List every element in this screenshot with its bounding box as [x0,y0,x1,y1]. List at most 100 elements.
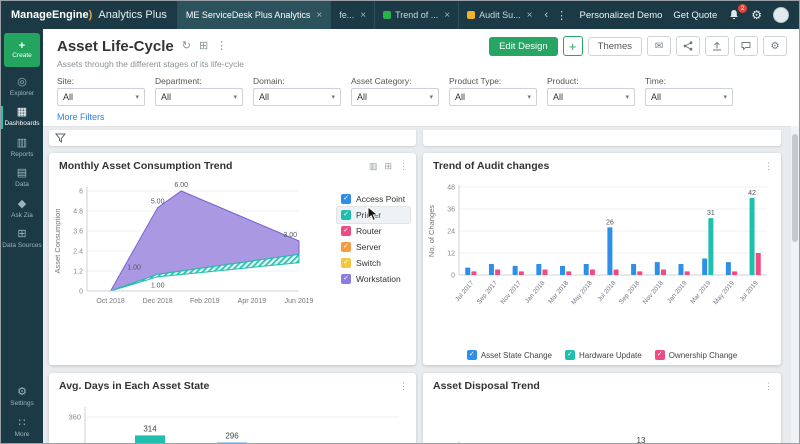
svg-text:6: 6 [79,189,83,196]
tab-close-icon[interactable]: × [316,10,322,21]
themes-button[interactable]: Themes [588,37,642,56]
filter-label: Asset Category: [351,76,439,86]
comments-button[interactable] [734,36,758,56]
sidebar-item-ask-zia[interactable]: ◆Ask Zia [1,194,43,224]
reports-icon: ▥ [17,138,27,149]
sidebar-item-label: Dashboards [4,120,39,127]
get-quote-link[interactable]: Get Quote [673,10,717,21]
svg-text:5.00: 5.00 [151,199,165,206]
legend-checkbox-icon[interactable]: ✓ [341,274,351,284]
legend-checkbox-icon[interactable]: ✓ [565,350,575,360]
legend-item-hardware-update[interactable]: ✓Hardware Update [565,350,642,360]
add-widget-button[interactable]: + [563,36,583,56]
legend-item-ownership-change[interactable]: ✓Ownership Change [655,350,737,360]
refresh-icon[interactable]: ↻ [182,41,191,52]
sidebar-item-reports[interactable]: ▥Reports [1,133,43,163]
sidebar-item-more[interactable]: ∷More [1,413,43,443]
sidebar-item-data-sources[interactable]: ⊞Data Sources [1,224,43,254]
kebab-menu-icon[interactable]: ⋮ [764,161,773,172]
sidebar-item-dashboards[interactable]: ▦Dashboards [1,102,43,132]
gear-icon[interactable]: ⚙ [751,8,762,22]
tab-trend-of-[interactable]: Trend of ... × [374,1,458,29]
legend-checkbox-icon[interactable]: ✓ [341,210,351,220]
kebab-menu-icon[interactable]: ⋮ [764,381,773,392]
svg-text:314: 314 [143,424,157,433]
svg-text:Dec 2018: Dec 2018 [143,298,173,305]
dashboard-canvas: Monthly Asset Consumption Trend ▥ ⊞ ⋮ 01… [43,126,791,443]
email-button[interactable]: ✉ [647,36,671,56]
legend-item-workstation[interactable]: ✓Workstation [337,271,410,287]
legend-item-server[interactable]: ✓Server [337,239,410,255]
svg-text:1.00: 1.00 [151,283,165,290]
filter-dropdown[interactable]: All▾ [351,88,439,106]
tab-overflow-menu-icon[interactable]: ⋮ [552,9,571,22]
create-button[interactable]: + Create [4,33,40,67]
filter-dropdown[interactable]: All▾ [547,88,635,106]
legend-label: Access Point [356,194,405,204]
legend-checkbox-icon[interactable]: ✓ [467,350,477,360]
bar-chart[interactable]: 360314296 [51,401,406,443]
bar-chart[interactable]: 012243648Jul 2017Sep 2017Nov 2017Jan 201… [425,177,775,337]
tab-fe-[interactable]: fe...× [330,1,374,29]
funnel-filter-icon[interactable] [55,133,66,144]
legend-checkbox-icon[interactable]: ✓ [341,194,351,204]
settings-button[interactable]: ⚙ [763,36,787,56]
svg-text:1.00: 1.00 [127,265,141,272]
chart-type-icon[interactable]: ▥ [369,161,378,172]
tab-audit-su-[interactable]: Audit Su...× [458,1,540,29]
notifications-bell-icon[interactable]: 2 [728,9,740,21]
svg-text:3.6: 3.6 [73,229,83,236]
area-chart[interactable]: 1613 [427,401,773,443]
filter-dropdown[interactable]: All▾ [253,88,341,106]
sidebar-item-explorer[interactable]: ◎Explorer [1,72,43,102]
tab-close-icon[interactable]: × [527,10,533,21]
kebab-menu-icon[interactable]: ⋮ [216,41,227,52]
tab-close-icon[interactable]: × [444,10,450,21]
filter-domain-: Domain:All▾ [253,76,341,106]
sidebar-item-settings[interactable]: ⚙Settings [1,382,43,412]
edit-design-button[interactable]: Edit Design [489,37,558,56]
kebab-menu-icon[interactable]: ⋮ [399,161,408,172]
tab-me-servicedesk-plus-analytics[interactable]: ME ServiceDesk Plus Analytics× [177,1,330,29]
user-avatar[interactable] [773,7,789,23]
svg-text:1.2: 1.2 [73,269,83,276]
slideshow-icon[interactable]: ⊞ [199,41,208,52]
legend-label: Asset State Change [481,351,552,360]
svg-text:Jul 2018: Jul 2018 [596,279,617,303]
legend-item-printer[interactable]: ✓Printer [337,207,410,223]
filter-dropdown[interactable]: All▾ [449,88,537,106]
more-filters-link[interactable]: More Filters [57,112,105,122]
svg-text:Mar 2019: Mar 2019 [689,279,712,305]
legend-checkbox-icon[interactable]: ✓ [341,226,351,236]
widget-trend-of-audit-changes: Trend of Audit changes ⋮ 012243648Jul 20… [423,153,781,365]
tab-close-icon[interactable]: × [360,10,366,21]
sidebar-item-label: Settings [10,400,34,407]
legend-item-asset-state-change[interactable]: ✓ Asset State Change [467,350,552,360]
tab-scroll-icon[interactable]: ‹ [541,9,553,21]
sidebar-item-data[interactable]: ▤Data [1,163,43,193]
filter-dropdown[interactable]: All▾ [155,88,243,106]
legend-checkbox-icon[interactable]: ✓ [341,242,351,252]
chevron-down-icon: ▾ [527,93,531,101]
maximize-icon[interactable]: ⊞ [384,161,392,172]
upload-icon [712,41,722,51]
svg-text:360: 360 [68,413,81,422]
workspace-tabs: ME ServiceDesk Plus Analytics×fe...×Tren… [177,1,541,29]
personalized-demo-link[interactable]: Personalized Demo [579,10,662,21]
publish-button[interactable] [705,36,729,56]
vertical-scrollbar[interactable] [791,126,799,443]
scrollbar-thumb[interactable] [792,134,798,242]
svg-text:May 2019: May 2019 [712,279,736,306]
legend-item-router[interactable]: ✓Router [337,223,410,239]
legend-item-access-point[interactable]: ✓ Access Point [337,191,410,207]
share-button[interactable] [676,36,700,56]
tab-label: Trend of ... [395,10,438,20]
sidebar-item-label: Data Sources [2,242,41,249]
filter-dropdown[interactable]: All▾ [57,88,145,106]
legend-checkbox-icon[interactable]: ✓ [655,350,665,360]
area-chart[interactable]: 01.22.43.64.86Oct 2018Dec 2018Feb 2019Ap… [51,179,337,337]
filter-dropdown[interactable]: All▾ [645,88,733,106]
legend-checkbox-icon[interactable]: ✓ [341,258,351,268]
kebab-menu-icon[interactable]: ⋮ [399,381,408,392]
legend-item-switch[interactable]: ✓Switch [337,255,410,271]
